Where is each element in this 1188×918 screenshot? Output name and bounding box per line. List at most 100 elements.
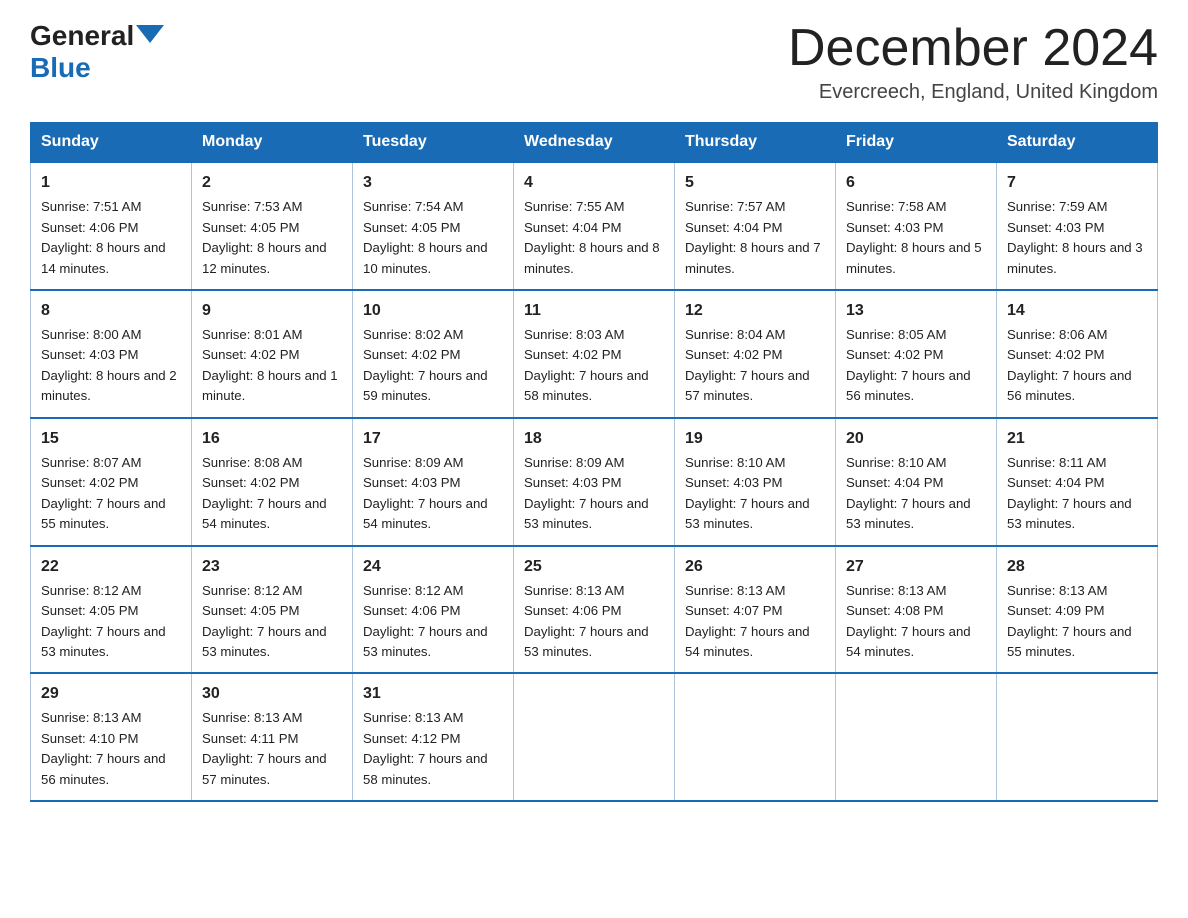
day-info: Sunrise: 8:12 AMSunset: 4:05 PMDaylight:… bbox=[41, 583, 166, 659]
col-friday: Friday bbox=[836, 123, 997, 163]
calendar-cell: 10 Sunrise: 8:02 AMSunset: 4:02 PMDaylig… bbox=[353, 290, 514, 418]
calendar-cell: 19 Sunrise: 8:10 AMSunset: 4:03 PMDaylig… bbox=[675, 418, 836, 546]
day-number: 20 bbox=[846, 427, 986, 451]
day-info: Sunrise: 7:53 AMSunset: 4:05 PMDaylight:… bbox=[202, 199, 327, 275]
calendar-cell: 2 Sunrise: 7:53 AMSunset: 4:05 PMDayligh… bbox=[192, 162, 353, 290]
calendar-cell: 17 Sunrise: 8:09 AMSunset: 4:03 PMDaylig… bbox=[353, 418, 514, 546]
calendar-cell: 15 Sunrise: 8:07 AMSunset: 4:02 PMDaylig… bbox=[31, 418, 192, 546]
day-info: Sunrise: 8:03 AMSunset: 4:02 PMDaylight:… bbox=[524, 327, 649, 403]
calendar-cell: 23 Sunrise: 8:12 AMSunset: 4:05 PMDaylig… bbox=[192, 546, 353, 674]
day-info: Sunrise: 8:09 AMSunset: 4:03 PMDaylight:… bbox=[363, 455, 488, 531]
col-sunday: Sunday bbox=[31, 123, 192, 163]
day-info: Sunrise: 8:09 AMSunset: 4:03 PMDaylight:… bbox=[524, 455, 649, 531]
calendar-cell: 26 Sunrise: 8:13 AMSunset: 4:07 PMDaylig… bbox=[675, 546, 836, 674]
day-info: Sunrise: 8:12 AMSunset: 4:05 PMDaylight:… bbox=[202, 583, 327, 659]
day-number: 6 bbox=[846, 171, 986, 195]
calendar-table: Sunday Monday Tuesday Wednesday Thursday… bbox=[30, 122, 1158, 802]
col-tuesday: Tuesday bbox=[353, 123, 514, 163]
calendar-cell: 13 Sunrise: 8:05 AMSunset: 4:02 PMDaylig… bbox=[836, 290, 997, 418]
day-number: 19 bbox=[685, 427, 825, 451]
logo-text-general: General bbox=[30, 20, 134, 52]
day-info: Sunrise: 8:06 AMSunset: 4:02 PMDaylight:… bbox=[1007, 327, 1132, 403]
day-info: Sunrise: 8:13 AMSunset: 4:06 PMDaylight:… bbox=[524, 583, 649, 659]
day-number: 21 bbox=[1007, 427, 1147, 451]
day-info: Sunrise: 8:13 AMSunset: 4:10 PMDaylight:… bbox=[41, 710, 166, 786]
calendar-cell: 14 Sunrise: 8:06 AMSunset: 4:02 PMDaylig… bbox=[997, 290, 1158, 418]
day-number: 15 bbox=[41, 427, 181, 451]
calendar-cell: 16 Sunrise: 8:08 AMSunset: 4:02 PMDaylig… bbox=[192, 418, 353, 546]
calendar-week-5: 29 Sunrise: 8:13 AMSunset: 4:10 PMDaylig… bbox=[31, 673, 1158, 801]
day-info: Sunrise: 8:12 AMSunset: 4:06 PMDaylight:… bbox=[363, 583, 488, 659]
calendar-cell: 7 Sunrise: 7:59 AMSunset: 4:03 PMDayligh… bbox=[997, 162, 1158, 290]
day-number: 3 bbox=[363, 171, 503, 195]
day-info: Sunrise: 7:57 AMSunset: 4:04 PMDaylight:… bbox=[685, 199, 821, 275]
day-number: 18 bbox=[524, 427, 664, 451]
day-info: Sunrise: 8:13 AMSunset: 4:11 PMDaylight:… bbox=[202, 710, 327, 786]
calendar-cell: 25 Sunrise: 8:13 AMSunset: 4:06 PMDaylig… bbox=[514, 546, 675, 674]
day-info: Sunrise: 7:59 AMSunset: 4:03 PMDaylight:… bbox=[1007, 199, 1143, 275]
day-number: 10 bbox=[363, 299, 503, 323]
calendar-cell: 8 Sunrise: 8:00 AMSunset: 4:03 PMDayligh… bbox=[31, 290, 192, 418]
day-number: 9 bbox=[202, 299, 342, 323]
calendar-cell: 27 Sunrise: 8:13 AMSunset: 4:08 PMDaylig… bbox=[836, 546, 997, 674]
page-header: General Blue December 2024 Evercreech, E… bbox=[30, 20, 1158, 104]
calendar-header-row: Sunday Monday Tuesday Wednesday Thursday… bbox=[31, 123, 1158, 163]
calendar-week-2: 8 Sunrise: 8:00 AMSunset: 4:03 PMDayligh… bbox=[31, 290, 1158, 418]
day-info: Sunrise: 8:00 AMSunset: 4:03 PMDaylight:… bbox=[41, 327, 177, 403]
day-number: 4 bbox=[524, 171, 664, 195]
logo-arrow-icon bbox=[136, 25, 164, 43]
calendar-cell: 4 Sunrise: 7:55 AMSunset: 4:04 PMDayligh… bbox=[514, 162, 675, 290]
logo: General Blue bbox=[30, 20, 164, 84]
calendar-week-3: 15 Sunrise: 8:07 AMSunset: 4:02 PMDaylig… bbox=[31, 418, 1158, 546]
calendar-cell: 3 Sunrise: 7:54 AMSunset: 4:05 PMDayligh… bbox=[353, 162, 514, 290]
day-number: 26 bbox=[685, 555, 825, 579]
calendar-cell: 24 Sunrise: 8:12 AMSunset: 4:06 PMDaylig… bbox=[353, 546, 514, 674]
day-info: Sunrise: 7:58 AMSunset: 4:03 PMDaylight:… bbox=[846, 199, 982, 275]
day-number: 14 bbox=[1007, 299, 1147, 323]
day-info: Sunrise: 8:02 AMSunset: 4:02 PMDaylight:… bbox=[363, 327, 488, 403]
calendar-cell: 22 Sunrise: 8:12 AMSunset: 4:05 PMDaylig… bbox=[31, 546, 192, 674]
day-number: 23 bbox=[202, 555, 342, 579]
day-number: 16 bbox=[202, 427, 342, 451]
day-info: Sunrise: 8:13 AMSunset: 4:07 PMDaylight:… bbox=[685, 583, 810, 659]
day-number: 1 bbox=[41, 171, 181, 195]
calendar-cell: 31 Sunrise: 8:13 AMSunset: 4:12 PMDaylig… bbox=[353, 673, 514, 801]
day-info: Sunrise: 7:55 AMSunset: 4:04 PMDaylight:… bbox=[524, 199, 660, 275]
day-number: 17 bbox=[363, 427, 503, 451]
day-info: Sunrise: 7:51 AMSunset: 4:06 PMDaylight:… bbox=[41, 199, 166, 275]
calendar-cell bbox=[836, 673, 997, 801]
day-number: 22 bbox=[41, 555, 181, 579]
day-info: Sunrise: 8:13 AMSunset: 4:08 PMDaylight:… bbox=[846, 583, 971, 659]
day-info: Sunrise: 8:10 AMSunset: 4:03 PMDaylight:… bbox=[685, 455, 810, 531]
day-number: 29 bbox=[41, 682, 181, 706]
day-info: Sunrise: 8:01 AMSunset: 4:02 PMDaylight:… bbox=[202, 327, 338, 403]
day-info: Sunrise: 8:05 AMSunset: 4:02 PMDaylight:… bbox=[846, 327, 971, 403]
calendar-cell bbox=[514, 673, 675, 801]
col-monday: Monday bbox=[192, 123, 353, 163]
day-number: 12 bbox=[685, 299, 825, 323]
col-wednesday: Wednesday bbox=[514, 123, 675, 163]
day-number: 5 bbox=[685, 171, 825, 195]
day-number: 28 bbox=[1007, 555, 1147, 579]
day-info: Sunrise: 7:54 AMSunset: 4:05 PMDaylight:… bbox=[363, 199, 488, 275]
title-block: December 2024 Evercreech, England, Unite… bbox=[788, 20, 1158, 104]
location-subtitle: Evercreech, England, United Kingdom bbox=[788, 81, 1158, 104]
day-info: Sunrise: 8:11 AMSunset: 4:04 PMDaylight:… bbox=[1007, 455, 1132, 531]
day-number: 7 bbox=[1007, 171, 1147, 195]
calendar-cell: 29 Sunrise: 8:13 AMSunset: 4:10 PMDaylig… bbox=[31, 673, 192, 801]
day-info: Sunrise: 8:10 AMSunset: 4:04 PMDaylight:… bbox=[846, 455, 971, 531]
day-number: 31 bbox=[363, 682, 503, 706]
day-number: 30 bbox=[202, 682, 342, 706]
day-info: Sunrise: 8:04 AMSunset: 4:02 PMDaylight:… bbox=[685, 327, 810, 403]
calendar-cell: 18 Sunrise: 8:09 AMSunset: 4:03 PMDaylig… bbox=[514, 418, 675, 546]
day-info: Sunrise: 8:13 AMSunset: 4:12 PMDaylight:… bbox=[363, 710, 488, 786]
calendar-cell: 5 Sunrise: 7:57 AMSunset: 4:04 PMDayligh… bbox=[675, 162, 836, 290]
calendar-cell bbox=[675, 673, 836, 801]
col-thursday: Thursday bbox=[675, 123, 836, 163]
day-number: 24 bbox=[363, 555, 503, 579]
calendar-week-1: 1 Sunrise: 7:51 AMSunset: 4:06 PMDayligh… bbox=[31, 162, 1158, 290]
calendar-cell: 11 Sunrise: 8:03 AMSunset: 4:02 PMDaylig… bbox=[514, 290, 675, 418]
day-number: 27 bbox=[846, 555, 986, 579]
day-info: Sunrise: 8:07 AMSunset: 4:02 PMDaylight:… bbox=[41, 455, 166, 531]
calendar-cell: 21 Sunrise: 8:11 AMSunset: 4:04 PMDaylig… bbox=[997, 418, 1158, 546]
